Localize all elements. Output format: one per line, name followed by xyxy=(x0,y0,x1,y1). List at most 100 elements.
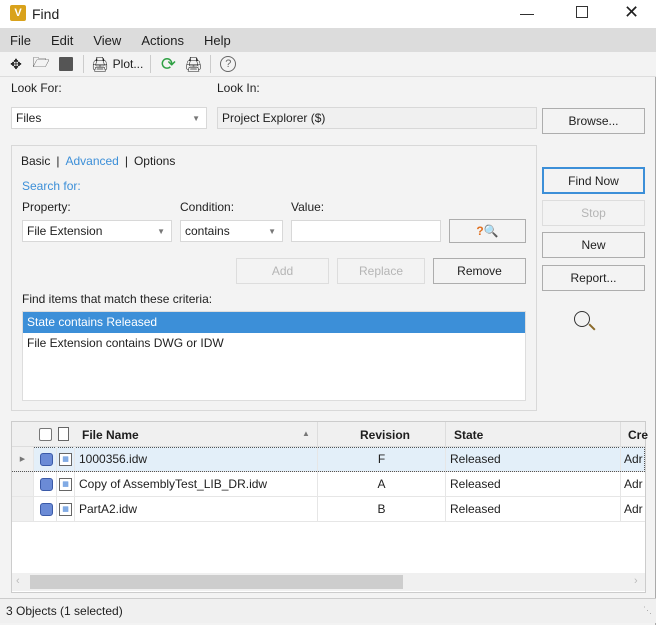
look-in-label: Look In: xyxy=(217,81,260,95)
row-header xyxy=(12,497,34,521)
value-label: Value: xyxy=(291,200,325,214)
search-for-label: Search for: xyxy=(22,179,81,193)
state-cell: Released xyxy=(446,497,621,521)
search-help-icon: ?🔍 xyxy=(476,224,499,238)
column-divider xyxy=(445,422,446,447)
revision-cell: F xyxy=(318,447,446,471)
plot-label: Plot... xyxy=(112,57,144,71)
property-value: File Extension xyxy=(27,224,103,238)
criteria-list-label: Find items that match these criteria: xyxy=(22,292,213,306)
magnifier-icon xyxy=(574,311,596,331)
row-expander-icon[interactable]: ▶ xyxy=(12,447,34,471)
stop-button[interactable]: Stop xyxy=(542,200,645,226)
revision-cell: A xyxy=(318,472,446,496)
created-cell: Adr xyxy=(624,452,643,466)
table-row[interactable]: ▦ Copy of AssemblyTest_LIB_DR.idw A Rele… xyxy=(12,472,645,497)
drawing-file-icon: ▦ xyxy=(59,452,72,466)
menu-view[interactable]: View xyxy=(93,33,121,48)
column-header-created[interactable]: Cre xyxy=(628,428,648,442)
menu-help[interactable]: Help xyxy=(204,33,231,48)
column-divider xyxy=(317,422,318,447)
status-cell xyxy=(37,447,57,471)
resize-grip-icon[interactable]: ⋱ xyxy=(643,605,652,616)
help-icon[interactable]: ? xyxy=(218,54,238,74)
maximize-button[interactable] xyxy=(576,6,588,18)
close-button[interactable]: ✕ xyxy=(624,2,639,23)
scroll-right-icon[interactable]: › xyxy=(634,575,638,587)
menu-file[interactable]: File xyxy=(10,33,31,48)
criteria-panel: Basic | Advanced | Options Search for: Pro… xyxy=(11,145,537,411)
chevron-down-icon: ▼ xyxy=(192,113,200,123)
tab-options[interactable]: Options xyxy=(134,154,175,168)
criteria-list[interactable]: State contains Released File Extension c… xyxy=(22,311,526,401)
tab-advanced[interactable]: Advanced xyxy=(65,154,118,168)
row-header xyxy=(12,472,34,496)
find-window: V Find — ✕ File Edit View Actions Help ✥… xyxy=(0,2,656,625)
minimize-button[interactable]: — xyxy=(520,5,534,21)
column-header-file-name[interactable]: File Name xyxy=(82,428,139,442)
criteria-item[interactable]: File Extension contains DWG or IDW xyxy=(23,333,525,354)
separator xyxy=(83,55,84,73)
column-header-revision[interactable]: Revision xyxy=(360,428,410,442)
scroll-left-icon[interactable]: ‹ xyxy=(16,575,20,587)
property-dropdown[interactable]: File Extension ▼ xyxy=(22,220,172,242)
value-lookup-button[interactable]: ?🔍 xyxy=(449,219,526,243)
scrollbar-thumb[interactable] xyxy=(30,575,403,589)
look-in-field: Project Explorer ($) xyxy=(217,107,537,129)
open-folder-icon[interactable]: 🗁 xyxy=(31,54,51,74)
criteria-item[interactable]: State contains Released xyxy=(23,312,525,333)
condition-value: contains xyxy=(185,224,230,238)
separator xyxy=(210,55,212,73)
refresh-icon[interactable]: ⟳ xyxy=(158,54,178,74)
type-cell: ▦ xyxy=(57,497,75,521)
value-input[interactable] xyxy=(291,220,441,242)
window-title: Find xyxy=(32,6,60,22)
drawing-file-icon: ▦ xyxy=(59,502,72,516)
menu-bar: File Edit View Actions Help xyxy=(0,28,656,52)
state-cell: Released xyxy=(446,447,621,471)
select-all-checkbox[interactable] xyxy=(39,428,52,441)
table-row[interactable]: ▶ ▦ 1000356.idw F Released Adr xyxy=(12,447,645,472)
type-cell: ▦ xyxy=(57,472,75,496)
look-for-dropdown[interactable]: Files ▼ xyxy=(11,107,207,129)
table-row[interactable]: ▦ PartA2.idw B Released Adr xyxy=(12,497,645,522)
status-icon xyxy=(40,477,53,491)
file-name-cell: PartA2.idw xyxy=(79,497,318,521)
drawing-file-icon: ▦ xyxy=(59,477,72,491)
app-icon: V xyxy=(10,5,26,21)
menu-edit[interactable]: Edit xyxy=(51,33,73,48)
add-button[interactable]: Add xyxy=(236,258,329,284)
report-button[interactable]: Report... xyxy=(542,265,645,291)
tab-strip: Basic | Advanced | Options xyxy=(21,154,175,168)
title-bar: V Find — ✕ xyxy=(0,2,656,28)
plot-button[interactable]: 🖨 Plot... xyxy=(91,54,143,74)
column-header-state[interactable]: State xyxy=(454,428,483,442)
browse-button[interactable]: Browse... xyxy=(542,108,645,134)
remove-button[interactable]: Remove xyxy=(433,258,526,284)
file-header-icon xyxy=(58,427,69,441)
new-icon[interactable]: ✥ xyxy=(6,54,26,74)
file-name-cell: Copy of AssemblyTest_LIB_DR.idw xyxy=(79,472,318,496)
sort-ascending-icon: ▲ xyxy=(302,429,310,438)
created-cell: Adr xyxy=(624,502,643,516)
condition-label: Condition: xyxy=(180,200,235,214)
chevron-down-icon: ▼ xyxy=(157,226,165,236)
tab-basic[interactable]: Basic xyxy=(21,154,50,168)
find-now-button[interactable]: Find Now xyxy=(542,167,645,194)
file-name-cell: 1000356.idw xyxy=(79,447,318,471)
tab-divider: | xyxy=(56,154,60,168)
horizontal-scrollbar[interactable]: ‹ › xyxy=(12,573,645,591)
look-in-value: Project Explorer ($) xyxy=(222,111,326,125)
menu-actions[interactable]: Actions xyxy=(141,33,184,48)
revision-cell: B xyxy=(318,497,446,521)
status-cell xyxy=(37,472,57,496)
status-bar: 3 Objects (1 selected) ⋱ xyxy=(0,598,656,623)
new-button[interactable]: New xyxy=(542,232,645,258)
print-icon[interactable]: 🖨 xyxy=(183,54,203,74)
created-cell: Adr xyxy=(624,477,643,491)
save-icon[interactable] xyxy=(56,54,76,74)
replace-button[interactable]: Replace xyxy=(337,258,425,284)
state-cell: Released xyxy=(446,472,621,496)
condition-dropdown[interactable]: contains ▼ xyxy=(180,220,283,242)
look-for-value: Files xyxy=(16,111,42,125)
